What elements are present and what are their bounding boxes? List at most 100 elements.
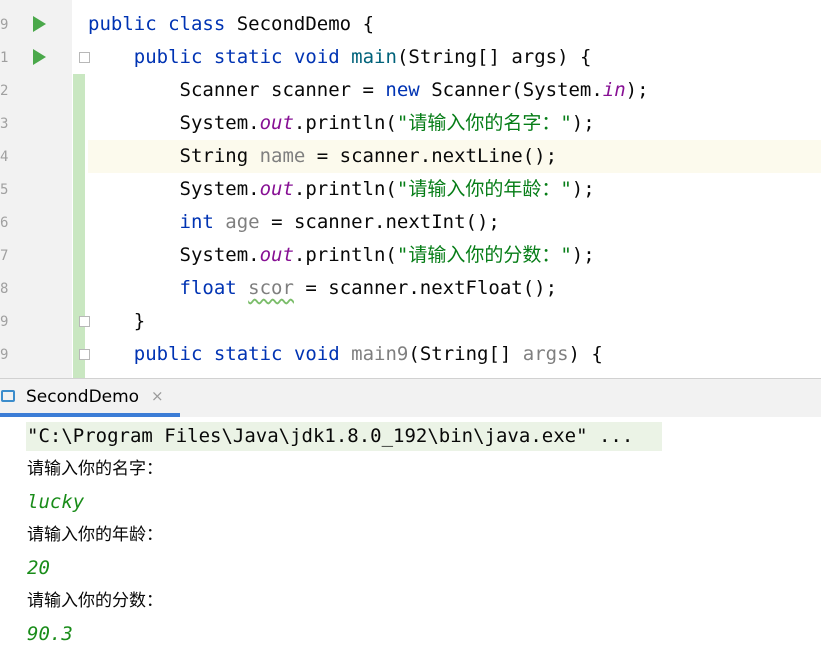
run-icon[interactable] [33, 16, 46, 32]
line-number: 5 [0, 182, 8, 198]
code-token: = scanner.nextInt(); [259, 211, 500, 233]
code-line[interactable]: public static void main(String[] args) { [88, 41, 821, 74]
line-number: 1 [0, 50, 8, 66]
code-line[interactable]: public static void main9(String[] args) … [88, 338, 821, 371]
code-token: (String[] [408, 343, 523, 365]
code-token: } [88, 310, 146, 332]
line-number: 8 [0, 281, 8, 297]
code-token: name [259, 145, 306, 167]
code-line[interactable]: String name = scanner.nextLine(); [88, 140, 821, 173]
console-output-line: 请输入你的分数： [27, 591, 163, 611]
code-token: float [179, 277, 237, 299]
code-token: static [213, 46, 283, 68]
gutter-row: 9 [0, 8, 72, 41]
code-token: class [168, 13, 226, 35]
code-token: args [522, 343, 569, 365]
console-user-input: 20 [27, 557, 50, 579]
gutter-row: 9 [0, 305, 72, 338]
code-token: .println( [293, 112, 397, 134]
code-line[interactable]: System.out.println("请输入你的分数："); [88, 239, 821, 272]
line-number: 3 [0, 116, 8, 132]
code-token: ); [571, 178, 595, 200]
code-token: public [133, 46, 203, 68]
close-icon[interactable]: × [151, 387, 164, 405]
code-line[interactable]: int age = scanner.nextInt(); [88, 206, 821, 239]
gutter-row: 8 [0, 272, 72, 305]
code-token: "请输入你的名字：" [396, 112, 572, 134]
line-number: 7 [0, 248, 8, 264]
gutter-row: 2 [0, 74, 72, 107]
code-token: "请输入你的分数：" [396, 244, 572, 266]
code-token: (String[] args) { [396, 46, 592, 68]
console-icon [1, 390, 15, 402]
code-token: System. [88, 112, 260, 134]
code-token: System. [88, 178, 260, 200]
code-token: Scanner(System. [419, 79, 603, 101]
line-number: 6 [0, 215, 8, 231]
code-line[interactable]: System.out.println("请输入你的名字："); [88, 107, 821, 140]
code-token: ); [571, 112, 595, 134]
gutter-row: 3 [0, 107, 72, 140]
code-token: main9 [351, 343, 409, 365]
line-number: 2 [0, 83, 8, 99]
gutter-row: 7 [0, 239, 72, 272]
code-token: String [88, 145, 260, 167]
vcs-change-marker [73, 74, 85, 378]
console-user-input: lucky [27, 491, 85, 513]
code-token: out [259, 178, 294, 200]
line-number: 4 [0, 149, 8, 165]
gutter-row: 1 [0, 41, 72, 74]
code-line[interactable]: Scanner scanner = new Scanner(System.in)… [88, 74, 821, 107]
code-token: .println( [293, 178, 397, 200]
code-line[interactable]: } [88, 305, 821, 338]
tab-seconddemo[interactable]: SecondDemo × [0, 379, 180, 417]
gutter-row: 9 [0, 338, 72, 371]
code-token: System. [88, 244, 260, 266]
code-token: int [179, 211, 214, 233]
run-icon[interactable] [33, 49, 46, 65]
code-token: .println( [293, 244, 397, 266]
code-token: void [293, 46, 340, 68]
code-token: public [133, 343, 203, 365]
code-token: ) { [568, 343, 603, 365]
code-line[interactable]: float scor = scanner.nextFloat(); [88, 272, 821, 305]
code-token: out [259, 112, 294, 134]
console-user-input: 90.3 [27, 623, 73, 645]
code-line[interactable]: System.out.println("请输入你的年龄："); [88, 173, 821, 206]
code-token: new [385, 79, 420, 101]
gutter-row: 6 [0, 206, 72, 239]
code-token: in [602, 79, 626, 101]
code-token: = scanner.nextFloat(); [293, 277, 558, 299]
code-token: void [293, 343, 340, 365]
gutter-row: 4 [0, 140, 72, 173]
code-token: = scanner.nextLine(); [305, 145, 558, 167]
run-tool-window-tabbar: SecondDemo × [0, 378, 821, 417]
code-token: "请输入你的年龄：" [396, 178, 572, 200]
code-token: ); [571, 244, 595, 266]
line-number: 9 [0, 314, 8, 330]
tab-label: SecondDemo [26, 387, 140, 407]
code-token: scor [248, 277, 294, 299]
code-line[interactable]: public class SecondDemo { [88, 8, 821, 41]
code-token: Scanner scanner = [88, 79, 386, 101]
code-token: public [88, 13, 157, 35]
console-command-line: "C:\Program Files\Java\jdk1.8.0_192\bin\… [27, 425, 634, 447]
code-token: SecondDemo { [225, 13, 375, 35]
line-number: 9 [0, 17, 8, 33]
code-token: static [213, 343, 283, 365]
line-number: 9 [0, 347, 8, 363]
code-token: main [351, 46, 397, 68]
code-editor[interactable]: 9 1 2 3 4 5 6 7 8 9 9 public class SecondDemo { pu… [0, 0, 821, 378]
code-token: out [259, 244, 294, 266]
